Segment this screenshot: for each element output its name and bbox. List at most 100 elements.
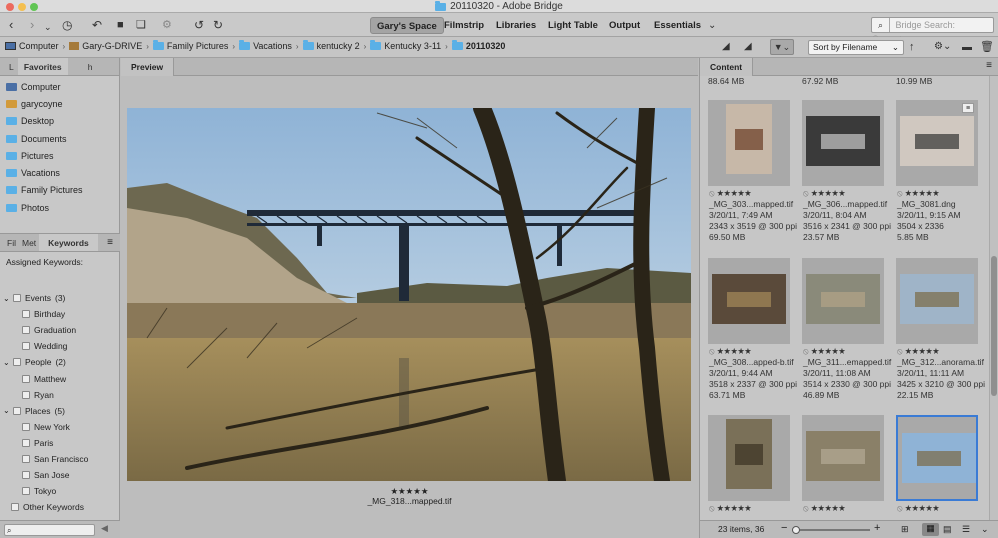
boomerang-icon[interactable]: ↶ <box>92 17 102 33</box>
new-folder-icon[interactable]: ▬ <box>962 40 972 56</box>
thumbnail[interactable] <box>802 100 884 186</box>
keyword-checkbox[interactable] <box>22 374 30 383</box>
keyword-checkbox[interactable] <box>22 422 30 431</box>
keyword-group[interactable]: ⌄ People (2) <box>0 354 120 370</box>
zoom-out-icon[interactable]: − <box>781 522 787 534</box>
reject-icon[interactable]: ⦸ <box>897 503 905 513</box>
rotate-left-icon[interactable]: ↺ <box>194 17 204 33</box>
preview-image[interactable] <box>127 108 691 481</box>
breadcrumb-family-pictures[interactable]: Family Pictures <box>152 40 228 51</box>
thumbnail[interactable]: ≡ <box>896 100 978 186</box>
thumbnail[interactable] <box>896 258 978 344</box>
chevron-down-icon[interactable]: ⌄ <box>3 358 10 367</box>
chevron-down-icon[interactable]: ⌄ <box>981 524 989 535</box>
workspace-libraries[interactable]: Libraries <box>490 17 542 34</box>
forward-icon[interactable]: › <box>30 17 34 33</box>
rating-stars[interactable]: ⦸ ★★★★★ <box>897 346 985 357</box>
keyword-item[interactable]: Other Keywords <box>0 499 120 515</box>
minimize-window-icon[interactable] <box>18 3 26 11</box>
thumbnail[interactable] <box>802 415 884 501</box>
keyword-item[interactable]: New York <box>0 419 120 435</box>
keyword-checkbox[interactable] <box>22 438 30 447</box>
chevron-down-icon[interactable]: ⌄ <box>44 19 52 35</box>
open-camera-raw-icon[interactable]: ⚙ <box>162 17 172 33</box>
favorite-item[interactable]: Documents <box>0 130 119 147</box>
keyword-item[interactable]: Birthday <box>0 306 120 322</box>
favorite-item[interactable]: garycoyne <box>0 95 119 112</box>
keyword-checkbox[interactable] <box>22 487 30 496</box>
filter-icon[interactable]: ▼⌄ <box>770 39 794 55</box>
keyword-item[interactable]: San Francisco <box>0 451 120 467</box>
favorite-item[interactable]: Vacations <box>0 164 119 181</box>
tab-favorites[interactable]: Favorites <box>17 58 68 75</box>
keyword-group[interactable]: ⌄ Places (5) <box>0 403 120 419</box>
panel-menu-icon[interactable]: ≡ <box>986 60 992 71</box>
zoom-window-icon[interactable] <box>30 3 38 11</box>
previous-keyword-icon[interactable]: ◀ <box>101 523 108 534</box>
camera-icon[interactable]: ■ <box>117 17 124 33</box>
keyword-checkbox[interactable] <box>22 310 30 319</box>
favorite-item[interactable]: Family Pictures <box>0 182 119 199</box>
breadcrumb-computer[interactable]: Computer <box>5 41 59 51</box>
breadcrumb-drive[interactable]: Gary-G-DRIVE <box>69 41 142 51</box>
keyword-checkbox[interactable] <box>22 454 30 463</box>
close-window-icon[interactable] <box>6 3 14 11</box>
reject-icon[interactable]: ⦸ <box>709 503 717 513</box>
workspace-menu-icon[interactable]: ⌄ <box>708 18 716 34</box>
keyword-item[interactable]: Matthew <box>0 370 120 386</box>
workspace-light-table[interactable]: Light Table <box>542 17 604 34</box>
refine-icon[interactable]: ❏ <box>136 17 146 33</box>
preview-rating[interactable]: ★★★★★ <box>121 486 698 496</box>
thumbnail-view-icon[interactable]: ▦ <box>922 523 939 536</box>
keyword-group[interactable]: ⌄ Events (3) <box>0 290 120 306</box>
rating-stars[interactable]: ⦸ ★★★★★ <box>803 346 891 357</box>
grid-lock-icon[interactable]: ⊞ <box>901 524 909 535</box>
recent-history-icon[interactable]: ◷ <box>62 17 72 33</box>
panel-menu-icon[interactable]: ≡ <box>107 234 113 251</box>
thumbnail[interactable] <box>802 258 884 344</box>
keyword-item[interactable]: San Jose <box>0 467 120 483</box>
tab-other[interactable]: h <box>68 58 98 75</box>
keyword-item[interactable]: Graduation <box>0 322 120 338</box>
thumbnail[interactable] <box>708 100 790 186</box>
search-field[interactable]: ⌕ Bridge Search: Current... <box>871 17 994 44</box>
rating-stars[interactable]: ⦸ ★★★★★ <box>897 503 939 514</box>
rating-filter-icon[interactable]: ◢ <box>744 39 752 55</box>
breadcrumb-kentucky-3-11[interactable]: Kentucky 3-11 <box>370 40 441 51</box>
thumbnail-size-slider[interactable] <box>792 526 870 534</box>
keyword-checkbox[interactable] <box>22 471 30 480</box>
rotate-right-icon[interactable]: ↻ <box>213 17 223 33</box>
reject-icon[interactable]: ⦸ <box>897 188 905 198</box>
reject-icon[interactable]: ⦸ <box>709 188 717 198</box>
tab-content[interactable]: Content <box>700 58 754 76</box>
thumbnail-quality-icon[interactable]: ◢ <box>722 39 730 55</box>
new-folder-options-icon[interactable]: ⚙⌄ <box>934 39 951 55</box>
thumbnail[interactable] <box>896 415 978 501</box>
keyword-search-input[interactable]: ⌕ <box>4 524 95 536</box>
reject-icon[interactable]: ⦸ <box>897 346 905 356</box>
favorite-item[interactable]: Pictures <box>0 147 119 164</box>
zoom-in-icon[interactable]: + <box>874 522 880 534</box>
breadcrumb-20110320[interactable]: 20110320 <box>451 40 505 51</box>
favorite-item[interactable]: Computer <box>0 78 119 95</box>
reject-icon[interactable]: ⦸ <box>803 346 811 356</box>
favorite-item[interactable]: Photos <box>0 199 119 216</box>
chevron-down-icon[interactable]: ⌄ <box>3 294 10 303</box>
tab-preview[interactable]: Preview <box>121 58 175 76</box>
favorite-item[interactable]: Desktop <box>0 113 119 130</box>
keyword-item[interactable]: Paris <box>0 435 120 451</box>
workspace-essentials[interactable]: Essentials <box>648 17 707 34</box>
keyword-checkbox[interactable] <box>13 294 21 303</box>
keyword-item[interactable]: Ryan <box>0 387 120 403</box>
details-view-icon[interactable]: ▤ <box>943 524 952 535</box>
rating-stars[interactable]: ⦸ ★★★★★ <box>709 503 751 514</box>
keyword-item[interactable]: Tokyo <box>0 483 120 499</box>
keyword-checkbox[interactable] <box>13 406 21 415</box>
workspace-output[interactable]: Output <box>603 17 646 34</box>
breadcrumb-kentucky-2[interactable]: kentucky 2 <box>302 40 360 51</box>
workspace-garys-space[interactable]: Gary's Space <box>370 17 444 34</box>
keyword-checkbox[interactable] <box>11 503 19 512</box>
reject-icon[interactable]: ⦸ <box>803 503 811 513</box>
rating-stars[interactable]: ⦸ ★★★★★ <box>709 346 797 357</box>
rating-stars[interactable]: ⦸ ★★★★★ <box>803 503 845 514</box>
